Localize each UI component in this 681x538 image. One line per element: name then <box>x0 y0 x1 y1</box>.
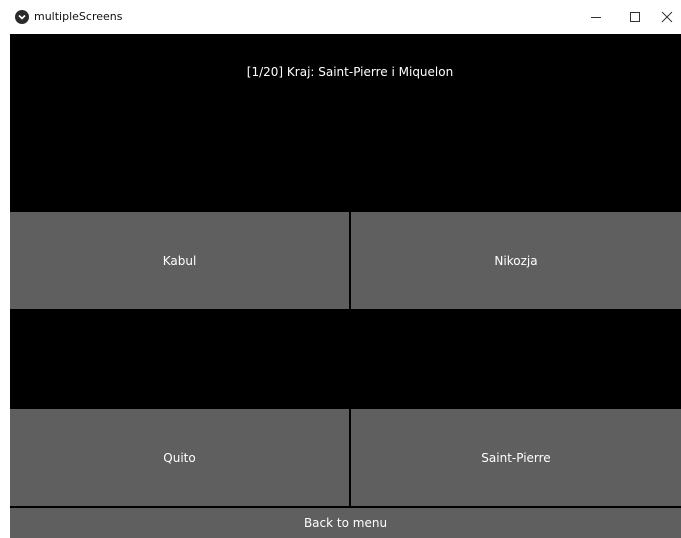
window-title: multipleScreens <box>34 10 123 23</box>
answer-label: Saint-Pierre <box>481 450 551 465</box>
answer-button-3[interactable]: Quito <box>10 409 349 506</box>
answer-label: Quito <box>163 450 196 465</box>
answer-button-2[interactable]: Nikozja <box>351 212 681 309</box>
app-window: multipleScreens [1/20] Kraj: Saint-Pierr… <box>0 0 681 538</box>
maximize-icon <box>629 12 640 22</box>
answer-label: Kabul <box>162 253 197 268</box>
back-to-menu-label: Back to menu <box>303 516 388 530</box>
title-bar[interactable]: multipleScreens <box>0 0 681 34</box>
close-button[interactable] <box>652 0 681 34</box>
question-label: [1/20] Kraj: Saint-Pierre i Miquelon <box>246 65 454 79</box>
answer-button-4[interactable]: Saint-Pierre <box>351 409 681 506</box>
close-icon <box>661 11 672 23</box>
answer-button-1[interactable]: Kabul <box>10 212 349 309</box>
app-logo-icon <box>15 10 29 24</box>
answer-label: Nikozja <box>494 253 538 268</box>
maximize-button[interactable] <box>612 0 657 34</box>
back-to-menu-button[interactable]: Back to menu <box>10 508 681 538</box>
minimize-icon <box>590 17 601 18</box>
quiz-screen: [1/20] Kraj: Saint-Pierre i Miquelon Kab… <box>10 34 681 538</box>
